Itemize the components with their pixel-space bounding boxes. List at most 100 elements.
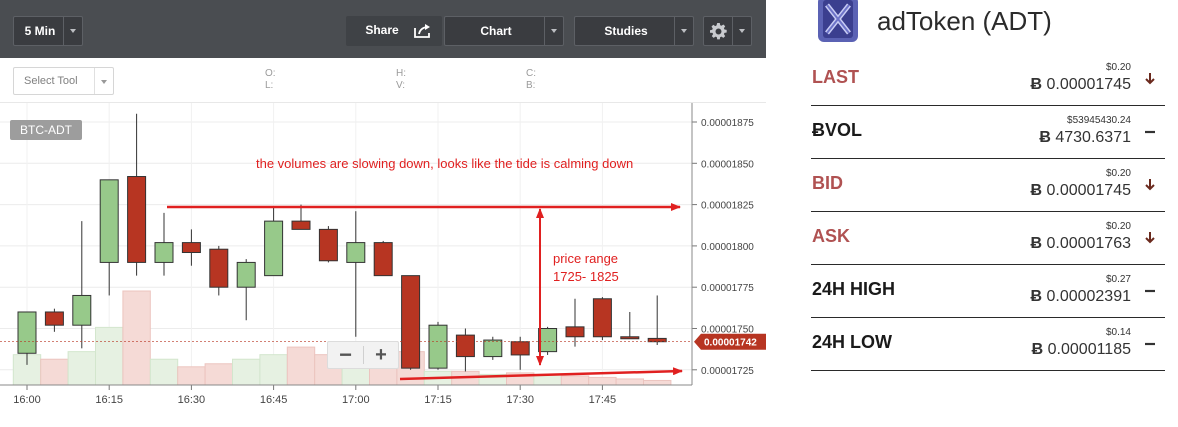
y-tick-label: 0.00001750 (701, 325, 754, 336)
candle-body (154, 242, 174, 263)
adtoken-logo-icon (818, 0, 858, 42)
zoom-out-button[interactable]: − (328, 342, 363, 368)
bitcoin-icon: Ƀ (1031, 341, 1048, 358)
stat-row-last: LAST $0.20 Ƀ 0.00001745 (811, 53, 1165, 106)
x-tick-label: 17:45 (589, 394, 617, 406)
ohlc-b-label: B: (526, 80, 536, 91)
candle-body (455, 334, 475, 358)
stat-btc-number: 4730.6371 (1055, 129, 1131, 146)
y-tick-label: 0.00001775 (701, 283, 754, 294)
select-tool-toggle[interactable] (94, 68, 113, 94)
annotation-note: the volumes are slowing down, looks like… (256, 156, 633, 171)
share-button[interactable]: Share (346, 16, 442, 46)
stat-btc-value: Ƀ 0.00001185 (1032, 341, 1131, 359)
interval-label: 5 Min (24, 24, 56, 38)
volume-bar (259, 354, 288, 386)
y-tick-label: 0.00001875 (701, 118, 754, 129)
stat-btc-number: 0.00001185 (1047, 341, 1131, 358)
volume-bar (615, 378, 644, 386)
x-tick-label: 16:15 (95, 394, 123, 406)
stat-btc-number: 0.00002391 (1046, 288, 1131, 305)
ohlc-close-label: C: (526, 68, 536, 79)
arrow-down-icon (1145, 179, 1155, 191)
share-label: Share (365, 23, 399, 37)
interval-dropdown-toggle[interactable] (63, 17, 82, 45)
stat-row-ask: ASK $0.20 Ƀ 0.00001763 (811, 212, 1165, 265)
chevron-down-icon (551, 29, 557, 33)
zoom-controls: − + (327, 341, 399, 369)
select-tool-dropdown[interactable]: Select Tool (13, 67, 114, 95)
chevron-down-icon (70, 29, 76, 33)
stat-row-24h-high: 24H HIGH $0.27 Ƀ 0.00002391 (811, 265, 1165, 318)
coin-name: adToken (ADT) (877, 6, 1052, 36)
candle-body (428, 324, 448, 369)
volume-bar (149, 358, 179, 386)
stat-btc-number: 0.00001745 (1046, 182, 1131, 199)
candle-body (99, 179, 119, 263)
bitcoin-icon: Ƀ (1039, 129, 1056, 146)
stat-usd-value: $0.20 (1105, 168, 1131, 179)
x-tick-label: 16:00 (13, 394, 41, 406)
stat-btc-number: 0.00001745 (1046, 76, 1131, 93)
x-tick-label: 17:00 (342, 394, 370, 406)
range-label-title: price range (553, 251, 618, 266)
candle-body (291, 220, 311, 230)
candle-body (72, 294, 92, 326)
bitcoin-icon: Ƀ (1030, 288, 1047, 305)
stat-label: LAST (812, 67, 859, 87)
volume-bar (232, 358, 261, 386)
stat-usd-value: $0.20 (1105, 62, 1131, 73)
studies-dropdown-toggle[interactable] (674, 17, 693, 45)
dash-flat-icon (1145, 130, 1155, 134)
ohlc-open-low: O: L: (265, 68, 276, 92)
ohlc-high-volume: H: V: (396, 68, 406, 92)
candle-body (592, 298, 612, 338)
candle-body (318, 228, 338, 262)
candle-body (346, 242, 366, 263)
y-tick-label: 0.00001725 (701, 366, 754, 377)
candle-body (620, 336, 640, 340)
stat-usd-value: $0.20 (1105, 221, 1131, 232)
volume-bar (204, 363, 234, 386)
ohlc-volume-label: V: (396, 80, 406, 91)
stat-label: BID (812, 173, 843, 193)
volume-bar (286, 346, 316, 386)
settings-button[interactable] (703, 16, 752, 46)
stat-btc-value: Ƀ 0.00001745 (1030, 76, 1131, 94)
select-tool-label: Select Tool (24, 75, 78, 87)
price-chart[interactable]: 0.00001742 the volumes are slowing down, … (0, 103, 766, 427)
volume-bars (12, 290, 672, 386)
candle-body (401, 275, 421, 369)
symbol-label: BTC-ADT (20, 123, 72, 137)
ohlc-open-label: O: (265, 68, 276, 79)
stat-usd-value: $0.14 (1105, 327, 1131, 338)
stat-row-vol: ɃVOL $53945430.24 Ƀ 4730.6371 (811, 106, 1165, 159)
symbol-badge: BTC-ADT (10, 120, 82, 140)
zoom-in-button[interactable]: + (364, 342, 398, 368)
chart-dropdown-toggle[interactable] (544, 17, 563, 45)
x-tick-label: 16:45 (260, 394, 288, 406)
studies-select[interactable]: Studies (574, 16, 694, 46)
x-tick-label: 17:15 (424, 394, 452, 406)
candle-body (538, 328, 558, 353)
range-label-values: 1725- 1825 (553, 269, 619, 284)
bitcoin-icon: Ƀ (1030, 235, 1047, 252)
candle-body (236, 261, 256, 288)
arrow-down-icon (1145, 73, 1155, 85)
candle-body (127, 176, 147, 263)
candle-body (264, 220, 284, 277)
gear-icon (710, 23, 727, 40)
bitcoin-icon: Ƀ (1030, 76, 1047, 93)
stat-label: 24H HIGH (812, 279, 896, 299)
stat-usd-value: $0.27 (1105, 274, 1131, 285)
chart-type-select[interactable]: Chart (444, 16, 564, 46)
chevron-down-icon (739, 29, 745, 33)
x-tick-label: 16:30 (178, 394, 206, 406)
share-icon (414, 24, 430, 38)
settings-dropdown-toggle[interactable] (732, 17, 751, 45)
stat-row-24h-low: 24H LOW $0.14 Ƀ 0.00001185 (811, 318, 1165, 371)
interval-select[interactable]: 5 Min (13, 16, 83, 46)
stat-label: 24H LOW (812, 332, 893, 352)
candle-body (181, 242, 201, 254)
volume-bar (560, 375, 590, 386)
